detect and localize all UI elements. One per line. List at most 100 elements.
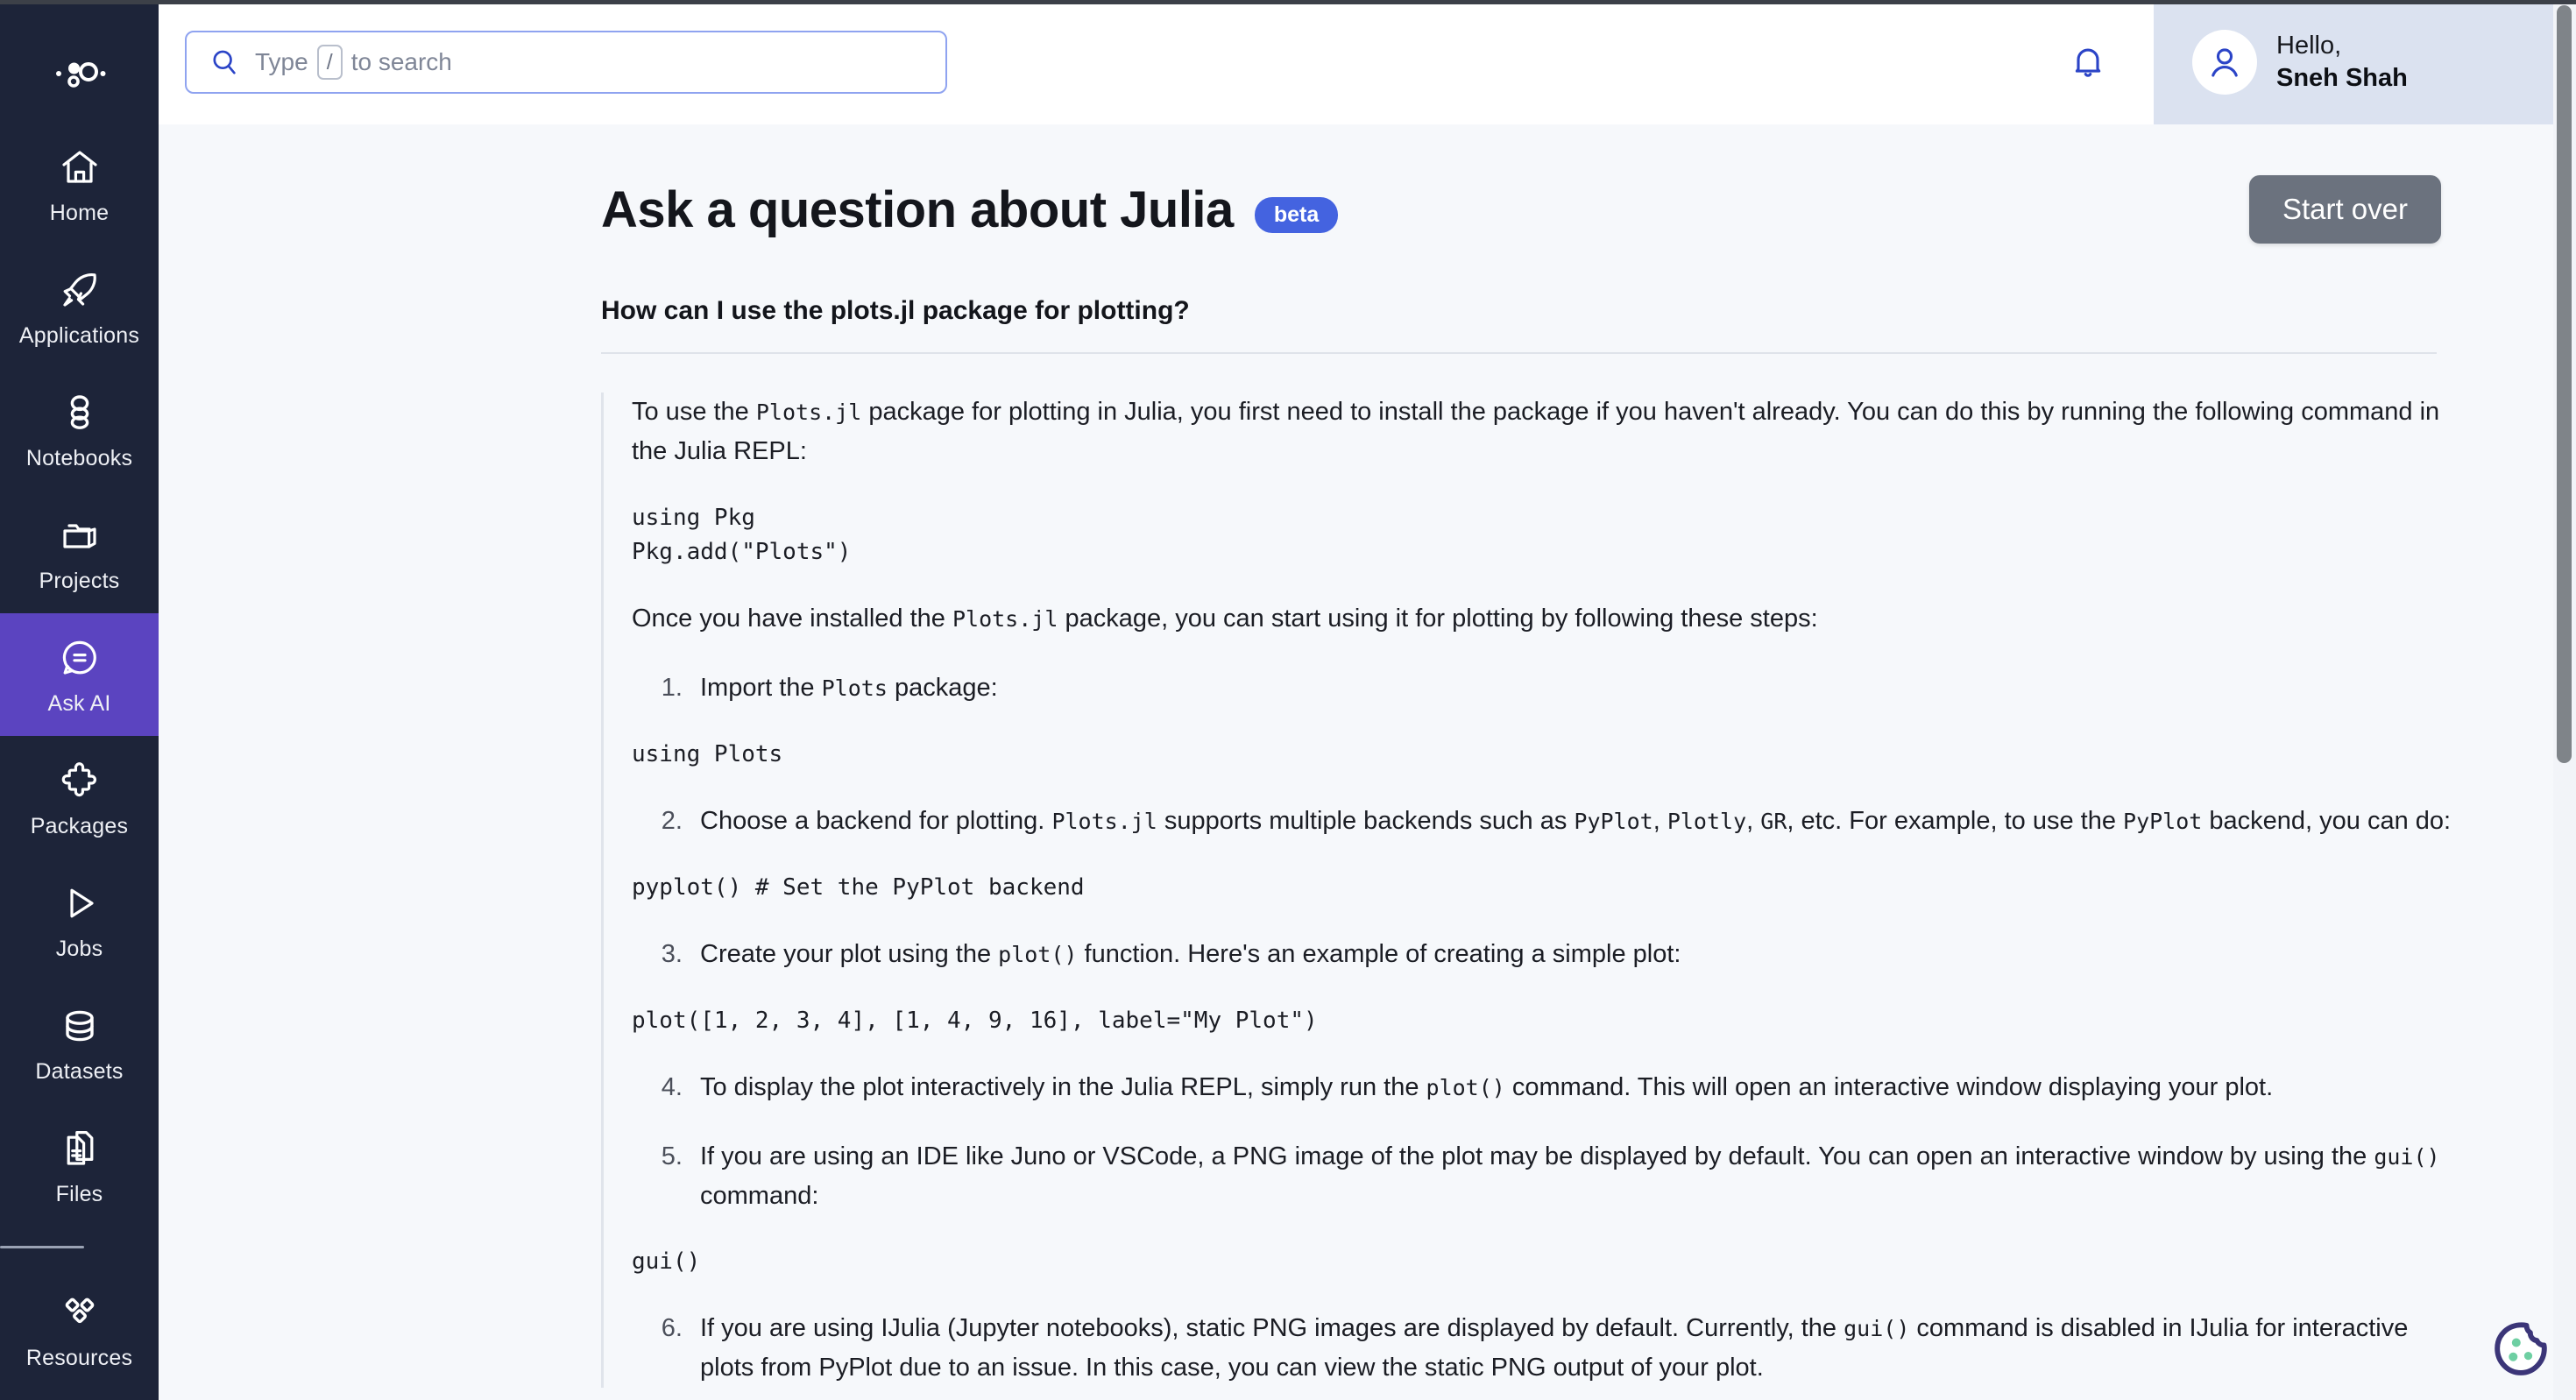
sidebar-item-label: Ask AI xyxy=(47,690,111,716)
inline-code-plot-fn-2: plot() xyxy=(1426,1074,1505,1100)
list-item: If you are using IJulia (Jupyter noteboo… xyxy=(690,1309,2459,1388)
sidebar-item-label: Packages xyxy=(30,813,129,838)
step2-sep2: , xyxy=(1746,806,1761,835)
sidebar-item-label: Datasets xyxy=(35,1058,124,1084)
avatar xyxy=(2192,30,2257,95)
sidebar-item-label: Notebooks xyxy=(25,445,133,470)
inline-code-gr: GR xyxy=(1760,808,1787,834)
status-badge: beta xyxy=(1254,196,1339,233)
inline-code-pyplot-2: PyPlot xyxy=(2123,808,2203,834)
greeting-text: Hello, xyxy=(2276,31,2342,60)
sidebar-item-label: Jobs xyxy=(55,936,103,961)
sidebar-item-ask-ai[interactable]: Ask AI xyxy=(0,613,159,736)
step4-part1: To display the plot interactively in the… xyxy=(700,1072,1426,1101)
sidebar-item-home[interactable]: Home xyxy=(0,123,159,245)
search-placeholder-prefix: Type xyxy=(255,48,308,75)
page-title: Ask a question about Julia xyxy=(601,180,1234,238)
code-block-plot-example: plot([1, 2, 3, 4], [1, 4, 9, 16], label=… xyxy=(632,1007,1318,1034)
search-placeholder: Type / to search xyxy=(255,45,452,80)
folder-icon xyxy=(57,513,103,558)
sidebar-nav-list: Home Applications Notebooks Projects Ask… xyxy=(0,123,159,1390)
inline-code-gui-fn-2: gui() xyxy=(1844,1316,1910,1342)
play-triangle-icon xyxy=(57,880,103,926)
search-placeholder-suffix: to search xyxy=(350,48,452,75)
step1-part2: package: xyxy=(887,673,998,702)
step5-part1: If you are using an IDE like Juno or VSC… xyxy=(700,1142,2374,1170)
sidebar-item-projects[interactable]: Projects xyxy=(0,491,159,613)
step2-part4: backend, you can do: xyxy=(2202,806,2452,835)
vertical-scrollbar-thumb[interactable] xyxy=(2557,5,2572,763)
home-icon xyxy=(57,145,103,190)
sidebar-item-label: Applications xyxy=(18,322,140,348)
answer-p2-part2: package, you can start using it for plot… xyxy=(1058,604,1818,633)
notifications-button[interactable] xyxy=(2022,0,2154,124)
sidebar-item-resources[interactable]: Resources xyxy=(0,1268,159,1390)
inline-code-gui-fn: gui() xyxy=(2374,1143,2440,1170)
answer-block: To use the Plots.jl package for plotting… xyxy=(601,392,2459,1389)
sidebar-item-applications[interactable]: Applications xyxy=(0,245,159,368)
main-sidebar: Home Applications Notebooks Projects Ask… xyxy=(0,0,159,1400)
sidebar-item-notebooks[interactable]: Notebooks xyxy=(0,368,159,491)
person-avatar-icon xyxy=(2205,43,2244,81)
steps-list-6: If you are using IJulia (Jupyter noteboo… xyxy=(632,1309,2459,1388)
cookie-settings-button[interactable] xyxy=(2488,1318,2553,1382)
answer-p1-part2: package for plotting in Julia, you first… xyxy=(632,398,2440,465)
app-root: Home Applications Notebooks Projects Ask… xyxy=(0,0,2576,1400)
step4-part2: command. This will open an interactive w… xyxy=(1504,1072,2274,1101)
answer-p1-part1: To use the xyxy=(632,398,756,426)
bell-icon xyxy=(2069,43,2107,81)
sidebar-item-files[interactable]: Files xyxy=(0,1104,159,1227)
inline-code-pyplot: PyPlot xyxy=(1574,808,1653,834)
search-input[interactable]: Type / to search xyxy=(185,31,947,94)
search-icon xyxy=(209,47,239,77)
list-item: If you are using an IDE like Juno or VSC… xyxy=(690,1137,2459,1216)
top-bar-right: Hello, Sneh Shah xyxy=(2022,0,2576,124)
sidebar-item-datasets[interactable]: Datasets xyxy=(0,981,159,1104)
window-chrome-edge xyxy=(0,0,2576,4)
sidebar-item-label: Projects xyxy=(39,568,120,593)
code-block-using-plots: using Plots xyxy=(632,740,783,767)
step2-part3: , etc. For example, to use the xyxy=(1787,806,2124,835)
steps-list-5: If you are using an IDE like Juno or VSC… xyxy=(632,1137,2459,1216)
step6-part1: If you are using IJulia (Jupyter noteboo… xyxy=(700,1314,1844,1343)
user-menu[interactable]: Hello, Sneh Shah xyxy=(2154,0,2576,124)
content-area: Ask a question about Julia beta Start ov… xyxy=(159,124,2576,1400)
brand-logo[interactable] xyxy=(0,25,159,123)
top-bar: Type / to search Hello, Sneh Shah xyxy=(159,0,2576,124)
code-block-install: using Pkg Pkg.add("Plots") xyxy=(632,504,852,565)
main-region: Type / to search Hello, Sneh Shah Ask a … xyxy=(159,0,2576,1400)
sidebar-item-packages[interactable]: Packages xyxy=(0,736,159,859)
database-icon xyxy=(57,1003,103,1049)
user-name: Sneh Shah xyxy=(2276,64,2408,92)
cookie-icon xyxy=(2488,1318,2553,1382)
page-header-row: Ask a question about Julia beta Start ov… xyxy=(601,175,2441,244)
ask-ai-page: Ask a question about Julia beta Start ov… xyxy=(159,124,2576,1389)
notebook-stack-icon xyxy=(57,390,103,435)
step5-part2: command: xyxy=(700,1181,819,1210)
steps-list-4: To display the plot interactively in the… xyxy=(632,1068,2459,1107)
answer-paragraph-2: Once you have installed the Plots.jl pac… xyxy=(632,599,2459,639)
inline-code-plots-jl: Plots.jl xyxy=(755,399,862,425)
search-container: Type / to search xyxy=(185,31,947,94)
inline-code-plots-jl-3: Plots.jl xyxy=(1051,808,1157,834)
inline-code-plot-fn: plot() xyxy=(998,941,1078,967)
diamond-grid-icon xyxy=(57,1290,103,1335)
chat-bubble-icon xyxy=(57,635,103,681)
question-text: How can I use the plots.jl package for p… xyxy=(601,296,1190,325)
steps-list-2: Choose a backend for plotting. Plots.jl … xyxy=(632,802,2459,841)
answer-p2-part1: Once you have installed the xyxy=(632,604,952,633)
step3-part1: Create your plot using the xyxy=(700,939,999,968)
question-divider xyxy=(601,352,2437,354)
steps-list-1: Import the Plots package: xyxy=(632,668,2459,708)
slash-key-hint: / xyxy=(316,45,343,80)
puzzle-piece-icon xyxy=(57,758,103,803)
sidebar-item-label: Home xyxy=(49,200,110,225)
sidebar-item-jobs[interactable]: Jobs xyxy=(0,859,159,981)
start-over-button[interactable]: Start over xyxy=(2248,175,2441,244)
inline-code-plotly: Plotly xyxy=(1667,808,1747,834)
documents-icon xyxy=(57,1126,103,1171)
step2-part1: Choose a backend for plotting. xyxy=(700,806,1052,835)
sidebar-divider xyxy=(0,1246,84,1248)
list-item: Create your plot using the plot() functi… xyxy=(690,935,2459,974)
step2-part2: supports multiple backends such as xyxy=(1157,806,1575,835)
